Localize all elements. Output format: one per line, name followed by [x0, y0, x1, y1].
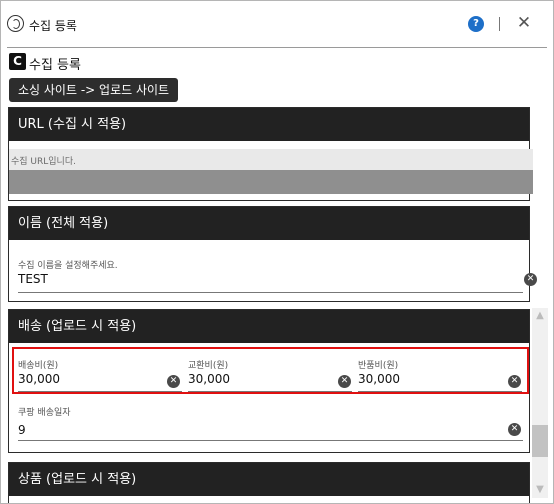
collection-name-underline [18, 292, 523, 293]
scroll-down-icon[interactable]: ▼ [532, 482, 548, 498]
coupang-delivery-days-field[interactable]: 쿠팡 배송일자 9 [18, 405, 540, 441]
collection-name-label: 수집 이름을 설정해주세요. [18, 261, 118, 271]
title-bar: 수집 등록 ? ✕ [1, 1, 553, 47]
clear-name-icon[interactable]: ✕ [524, 273, 537, 286]
vertical-scrollbar[interactable]: ▲ ▼ [532, 308, 548, 498]
shipping-section-header: 배송 (업로드 시 적용) [9, 310, 529, 343]
product-section: 상품 (업로드 시 적용) [8, 462, 530, 503]
app-logo-icon [7, 15, 24, 32]
coupang-delivery-days-value[interactable]: 9 [18, 423, 26, 437]
product-section-header: 상품 (업로드 시 적용) [9, 463, 529, 496]
scroll-thumb[interactable] [532, 425, 548, 457]
url-input-value[interactable] [9, 170, 533, 194]
coupang-c-icon: C [9, 53, 26, 70]
scroll-up-icon[interactable]: ▲ [532, 308, 548, 324]
close-icon[interactable]: ✕ [513, 12, 535, 34]
fee-fields-highlight [12, 347, 529, 394]
coupang-delivery-days-label: 쿠팡 배송일자 [18, 408, 71, 418]
page-title: 수집 등록 [29, 58, 81, 73]
collection-name-field[interactable]: 수집 이름을 설정해주세요. TEST [18, 258, 540, 293]
window-title: 수집 등록 [29, 19, 77, 33]
collection-name-value[interactable]: TEST [18, 272, 48, 286]
url-input-label-area: 수집 URL입니다. [9, 149, 533, 170]
collection-register-window: 수집 등록 ? ✕ C 수집 등록 소싱 사이트 -> 업로드 사이트 URL … [0, 0, 554, 504]
title-divider [499, 17, 500, 31]
url-section-header: URL (수집 시 적용) [9, 108, 529, 141]
name-section-header: 이름 (전체 적용) [9, 207, 529, 240]
url-input-label: 수집 URL입니다. [11, 157, 76, 167]
route-chip: 소싱 사이트 -> 업로드 사이트 [9, 78, 179, 102]
url-input[interactable]: 수집 URL입니다. [9, 149, 533, 194]
title-divider-line [7, 47, 547, 48]
coupang-delivery-days-underline [18, 440, 523, 441]
clear-delivery-days-icon[interactable]: ✕ [508, 423, 521, 436]
help-icon[interactable]: ? [468, 16, 484, 32]
